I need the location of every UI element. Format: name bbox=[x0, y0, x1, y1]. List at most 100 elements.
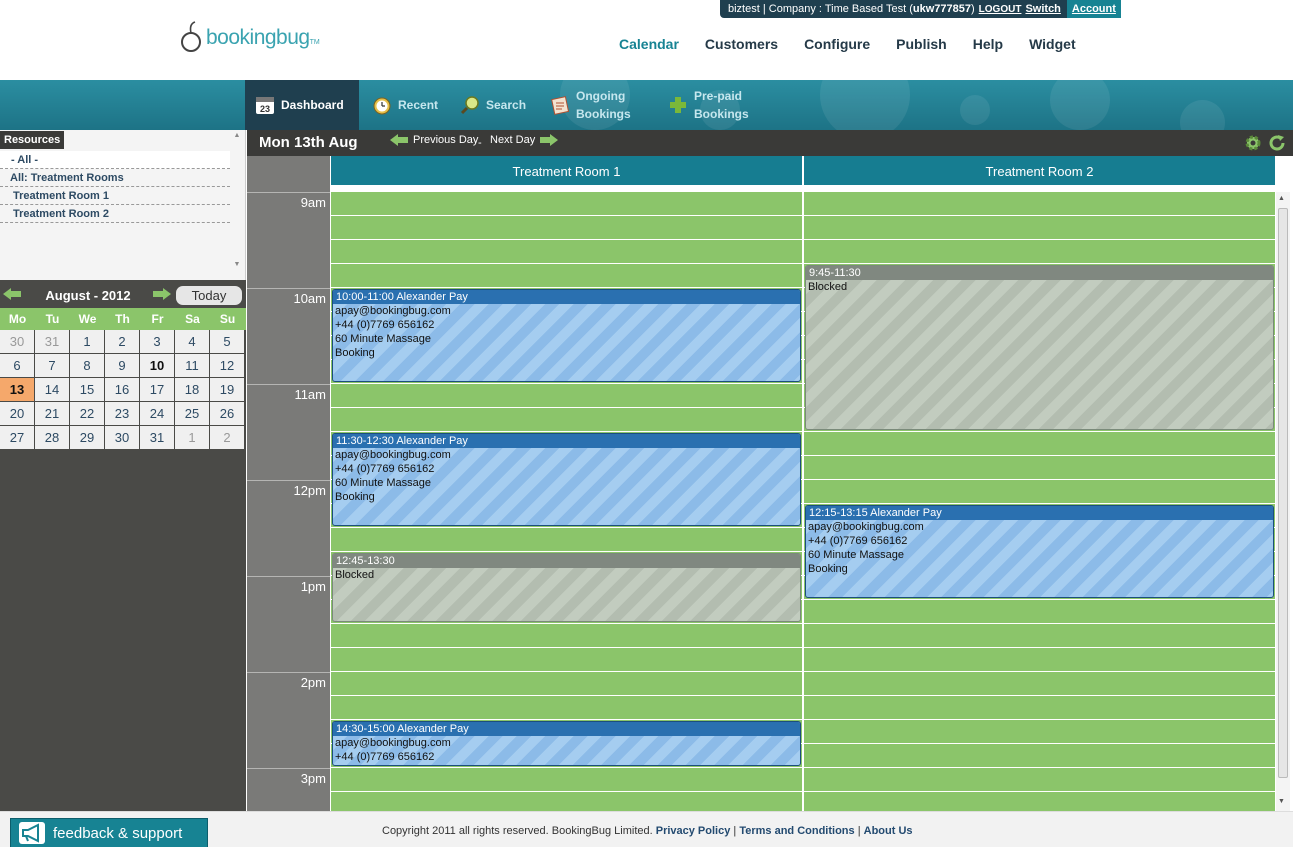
booking-event[interactable]: 10:00-11:00 Alexander Pay apay@bookingbug… bbox=[332, 289, 801, 382]
refresh-icon[interactable] bbox=[1267, 133, 1287, 153]
left-panel: Resources - All - All: Treatment Rooms T… bbox=[0, 130, 246, 811]
calendar-day[interactable]: 20 bbox=[0, 402, 34, 425]
gear-icon[interactable] bbox=[1243, 133, 1263, 153]
booking-event[interactable]: 14:30-15:00 Alexander Pay apay@bookingbug… bbox=[332, 721, 801, 766]
slot-line bbox=[804, 455, 1275, 456]
calendar-day[interactable]: 24 bbox=[140, 402, 174, 425]
calendar-day[interactable]: 18 bbox=[175, 378, 209, 401]
calendar-day[interactable]: 29 bbox=[70, 426, 104, 449]
day-grid-scrollbar[interactable]: ▲ ▼ bbox=[1276, 192, 1290, 811]
grid-scroll-down-icon[interactable]: ▼ bbox=[1278, 798, 1285, 805]
calendar-day[interactable]: 30 bbox=[0, 330, 34, 353]
calendar-day[interactable]: 16 bbox=[105, 378, 139, 401]
account-link[interactable]: Account bbox=[1066, 0, 1121, 18]
resource-all[interactable]: - All - bbox=[0, 151, 230, 169]
tab-prepaid-label-2: Bookings bbox=[694, 107, 749, 121]
alarm-clock-icon bbox=[372, 95, 392, 115]
calendar-day[interactable]: 31 bbox=[35, 330, 69, 353]
tab-recent[interactable]: Recent bbox=[372, 80, 452, 130]
plus-icon bbox=[668, 95, 688, 115]
nav-widget[interactable]: Widget bbox=[1029, 36, 1076, 52]
scroll-up-icon[interactable]: ▲ bbox=[232, 132, 242, 139]
dow-label: Su bbox=[219, 312, 236, 326]
nav-publish[interactable]: Publish bbox=[896, 36, 947, 52]
calendar-day[interactable]: 25 bbox=[175, 402, 209, 425]
calendar-day[interactable]: 9 bbox=[105, 354, 139, 377]
calendar-day[interactable]: 28 bbox=[35, 426, 69, 449]
switch-link[interactable]: Switch bbox=[1025, 3, 1060, 15]
calendar-day[interactable]: 13 bbox=[0, 378, 34, 401]
nav-calendar[interactable]: Calendar bbox=[619, 36, 679, 52]
next-day-label: Next Day bbox=[490, 134, 536, 146]
feedback-support-button[interactable]: feedback & support bbox=[10, 818, 208, 847]
blocked-slot[interactable]: 12:45-13:30 Blocked bbox=[332, 553, 801, 622]
resources-scrollbar[interactable]: ▲ ▼ bbox=[232, 132, 242, 278]
calendar-day[interactable]: 12 bbox=[210, 354, 244, 377]
tab-search[interactable]: Search bbox=[460, 80, 540, 130]
privacy-policy-link[interactable]: Privacy Policy bbox=[656, 825, 731, 837]
day-grid: 9am 10am 11am 12pm 1pm 2pm 3pm 10:00-11:00 Ale… bbox=[247, 192, 1276, 811]
next-month-icon[interactable] bbox=[152, 286, 172, 302]
grid-scroll-up-icon[interactable]: ▲ bbox=[1278, 195, 1285, 202]
tab-prepaid-bookings[interactable]: Pre-paid Bookings bbox=[668, 80, 778, 130]
today-button[interactable]: Today bbox=[176, 286, 242, 305]
grid-scroll-thumb[interactable] bbox=[1278, 208, 1288, 778]
slot-line bbox=[331, 671, 802, 672]
booking-event[interactable]: 11:30-12:30 Alexander Pay apay@bookingbug… bbox=[332, 433, 801, 526]
tab-ongoing-bookings[interactable]: Ongoing Bookings bbox=[550, 80, 660, 130]
calendar-day[interactable]: 17 bbox=[140, 378, 174, 401]
nav-configure[interactable]: Configure bbox=[804, 36, 870, 52]
calendar-day[interactable]: 2 bbox=[210, 426, 244, 449]
calendar-day[interactable]: 2 bbox=[105, 330, 139, 353]
nav-help[interactable]: Help bbox=[973, 36, 1003, 52]
slot-line bbox=[331, 215, 802, 216]
calendar-day[interactable]: 23 bbox=[105, 402, 139, 425]
tab-dashboard[interactable]: 23 Dashboard bbox=[245, 80, 359, 130]
calendar-day[interactable]: 30 bbox=[105, 426, 139, 449]
about-us-link[interactable]: About Us bbox=[864, 825, 913, 837]
slot-line bbox=[331, 239, 802, 240]
resource-treatment-room-1[interactable]: Treatment Room 1 bbox=[0, 187, 230, 205]
calendar-day[interactable]: 5 bbox=[210, 330, 244, 353]
nav-customers[interactable]: Customers bbox=[705, 36, 778, 52]
scroll-down-icon[interactable]: ▼ bbox=[232, 261, 242, 268]
calendar-day[interactable]: 10 bbox=[140, 354, 174, 377]
calendar-day[interactable]: 21 bbox=[35, 402, 69, 425]
room-lane-1[interactable]: 10:00-11:00 Alexander Pay apay@bookingbug… bbox=[331, 192, 802, 811]
calendar-day[interactable]: 11 bbox=[175, 354, 209, 377]
calendar-day[interactable]: 7 bbox=[35, 354, 69, 377]
event-detail-line: apay@bookingbug.com bbox=[335, 449, 451, 461]
resource-all-treatment-rooms[interactable]: All: Treatment Rooms bbox=[0, 169, 230, 187]
booking-event[interactable]: 12:15-13:15 Alexander Pay apay@bookingbug… bbox=[805, 505, 1274, 598]
calendar-day[interactable]: 27 bbox=[0, 426, 34, 449]
mini-calendar: Mo Tu We Th Fr Sa Su 30 31 1 2 3 4 5 6 7 8 9 10 11 12 13 14 15… bbox=[0, 308, 246, 450]
calendar-week-row: 13 14 15 16 17 18 19 bbox=[0, 378, 246, 402]
slot-line bbox=[804, 647, 1275, 648]
resource-treatment-room-2[interactable]: Treatment Room 2 bbox=[0, 205, 230, 223]
room-lane-2[interactable]: 9:45-11:30 Blocked 12:15-13:15 Alexander P… bbox=[804, 192, 1275, 811]
calendar-day[interactable]: 14 bbox=[35, 378, 69, 401]
hour-label: 9am bbox=[247, 192, 330, 288]
calendar-day[interactable]: 31 bbox=[140, 426, 174, 449]
calendar-day[interactable]: 4 bbox=[175, 330, 209, 353]
calendar-day[interactable]: 8 bbox=[70, 354, 104, 377]
calendar-day[interactable]: 1 bbox=[70, 330, 104, 353]
calendar-day[interactable]: 1 bbox=[175, 426, 209, 449]
prev-month-icon[interactable] bbox=[2, 286, 22, 302]
calendar-day[interactable]: 15 bbox=[70, 378, 104, 401]
calendar-day[interactable]: 19 bbox=[210, 378, 244, 401]
calendar-day[interactable]: 6 bbox=[0, 354, 34, 377]
next-day-button[interactable]: Next Day bbox=[490, 132, 559, 148]
account-bar: biztest | Company : Time Based Test (ukw… bbox=[720, 0, 1121, 18]
logout-link[interactable]: LOGOUT bbox=[979, 4, 1022, 15]
terms-link[interactable]: Terms and Conditions bbox=[739, 825, 854, 837]
bookingbug-logo[interactable]: bookingbug TM bbox=[180, 18, 320, 58]
slot-line bbox=[804, 479, 1275, 480]
calendar-day[interactable]: 26 bbox=[210, 402, 244, 425]
previous-day-button[interactable]: Previous Day bbox=[389, 132, 478, 148]
calendar-week-row: 6 7 8 9 10 11 12 bbox=[0, 354, 246, 378]
previous-day-label: Previous Day bbox=[413, 134, 479, 146]
calendar-day[interactable]: 3 bbox=[140, 330, 174, 353]
calendar-day[interactable]: 22 bbox=[70, 402, 104, 425]
blocked-slot[interactable]: 9:45-11:30 Blocked bbox=[805, 265, 1274, 430]
